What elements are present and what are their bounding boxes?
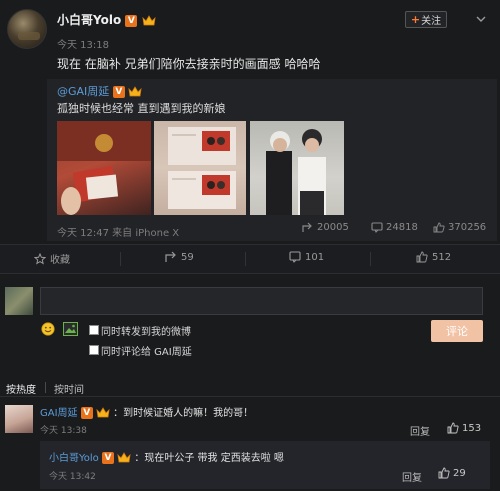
nested-reply-time: 今天 13:42 (49, 472, 96, 482)
retweet-meta: 今天 12:47 来自 iPhone X (57, 228, 180, 239)
nested-reply-like-count: 29 (453, 467, 466, 479)
comment-count: 101 (305, 251, 325, 263)
repost-button[interactable]: 59 (165, 251, 194, 263)
nested-reply-like-button[interactable]: 29 (438, 467, 466, 479)
verified-v-icon: V (125, 14, 138, 27)
star-icon (34, 252, 46, 265)
verified-v-icon: V (112, 86, 125, 98)
retweet-comment-stat[interactable]: 24818 (371, 222, 418, 233)
nested-reply-text: ：现在叶公子 带我 定西装去啦 嗯 (134, 453, 284, 464)
repost-count: 59 (181, 251, 194, 263)
retweet-comment-count: 24818 (386, 222, 418, 233)
thumbs-up-icon (433, 222, 445, 233)
nested-reply-author[interactable]: 小白哥Yolo (49, 453, 99, 464)
share-icon (302, 222, 312, 232)
divider (45, 382, 46, 393)
thumbs-up-icon (416, 251, 428, 263)
photo-thumbnail-3[interactable] (250, 121, 344, 215)
commenter-avatar[interactable] (5, 405, 33, 433)
divider (245, 252, 246, 266)
author-avatar[interactable] (7, 9, 47, 49)
comment-to-author-checkbox[interactable] (89, 345, 99, 355)
comment-like-count: 153 (462, 422, 482, 434)
comment-body: GAI周延 V ：到时候证婚人的嘛！我的哥！ (40, 404, 253, 419)
retweet-like-count: 370256 (448, 222, 487, 233)
sort-by-time-tab[interactable]: 按时间 (54, 381, 84, 396)
retweet-author-name[interactable]: @GAI周延 (57, 85, 109, 98)
like-button[interactable]: 512 (416, 251, 451, 263)
divider (370, 252, 371, 266)
chevron-down-icon[interactable] (476, 14, 486, 24)
comment-button[interactable]: 101 (289, 251, 324, 263)
verified-v-icon: V (80, 407, 93, 419)
current-user-avatar (5, 287, 33, 315)
divider (120, 252, 121, 266)
retweet-share-stat[interactable]: 20005 (302, 222, 349, 233)
repost-to-weibo-label: 同时转发到我的微博 (101, 327, 191, 338)
sort-by-hot-tab[interactable]: 按热度 (6, 381, 36, 396)
commenter-name[interactable]: GAI周延 (40, 408, 78, 419)
post-time: 今天 13:18 (57, 40, 109, 51)
comment-time: 今天 13:38 (40, 426, 87, 436)
retweet-text: 孤独时候也经常 直到遇到我的新娘 (57, 102, 226, 115)
like-count: 512 (432, 251, 452, 263)
retweet-like-stat[interactable]: 370256 (433, 222, 486, 233)
divider (0, 396, 500, 397)
comment-like-button[interactable]: 153 (447, 422, 481, 434)
post-author-line: 小白哥Yolo V (57, 11, 156, 28)
thumbs-up-icon (447, 422, 459, 434)
repost-icon (165, 251, 176, 262)
crown-badge-icon (96, 407, 110, 418)
thumbs-up-icon (438, 467, 450, 479)
crown-badge-icon (142, 14, 156, 25)
favorite-button[interactable]: 收藏 (34, 251, 70, 266)
plus-icon: + (410, 13, 421, 26)
crown-badge-icon (117, 452, 131, 463)
comment-input[interactable] (40, 287, 483, 315)
post-author-name[interactable]: 小白哥Yolo (57, 13, 121, 27)
crown-badge-icon (128, 86, 142, 97)
comment-text: ：到时候证婚人的嘛！我的哥！ (113, 408, 254, 419)
photo-thumbnail-1[interactable] (57, 121, 151, 215)
post-text: 现在 在脑补 兄弟们陪你去接亲时的画面感 哈哈哈 (57, 57, 321, 71)
photo-thumbnail-2[interactable] (154, 121, 246, 215)
submit-comment-button[interactable]: 评论 (431, 320, 483, 342)
follow-button[interactable]: + 关注 (405, 11, 447, 28)
repost-to-weibo-checkbox[interactable] (89, 325, 99, 335)
nested-reply-body: 小白哥Yolo V ：现在叶公子 带我 定西装去啦 嗯 (49, 449, 284, 464)
emoji-icon[interactable] (41, 322, 55, 336)
comment-to-author-label: 同时评论给 GAI周延 (101, 347, 192, 358)
reply-button[interactable]: 回复 (410, 423, 430, 438)
comment-icon (371, 222, 383, 233)
comment-icon (289, 251, 301, 263)
verified-v-icon: V (101, 452, 114, 464)
nested-reply-button[interactable]: 回复 (402, 469, 422, 484)
image-upload-icon[interactable] (63, 322, 78, 336)
follow-label: 关注 (421, 16, 442, 27)
favorite-label: 收藏 (50, 255, 70, 266)
retweet-share-count: 20005 (317, 222, 349, 233)
retweet-author-line: @GAI周延 V (57, 83, 142, 99)
